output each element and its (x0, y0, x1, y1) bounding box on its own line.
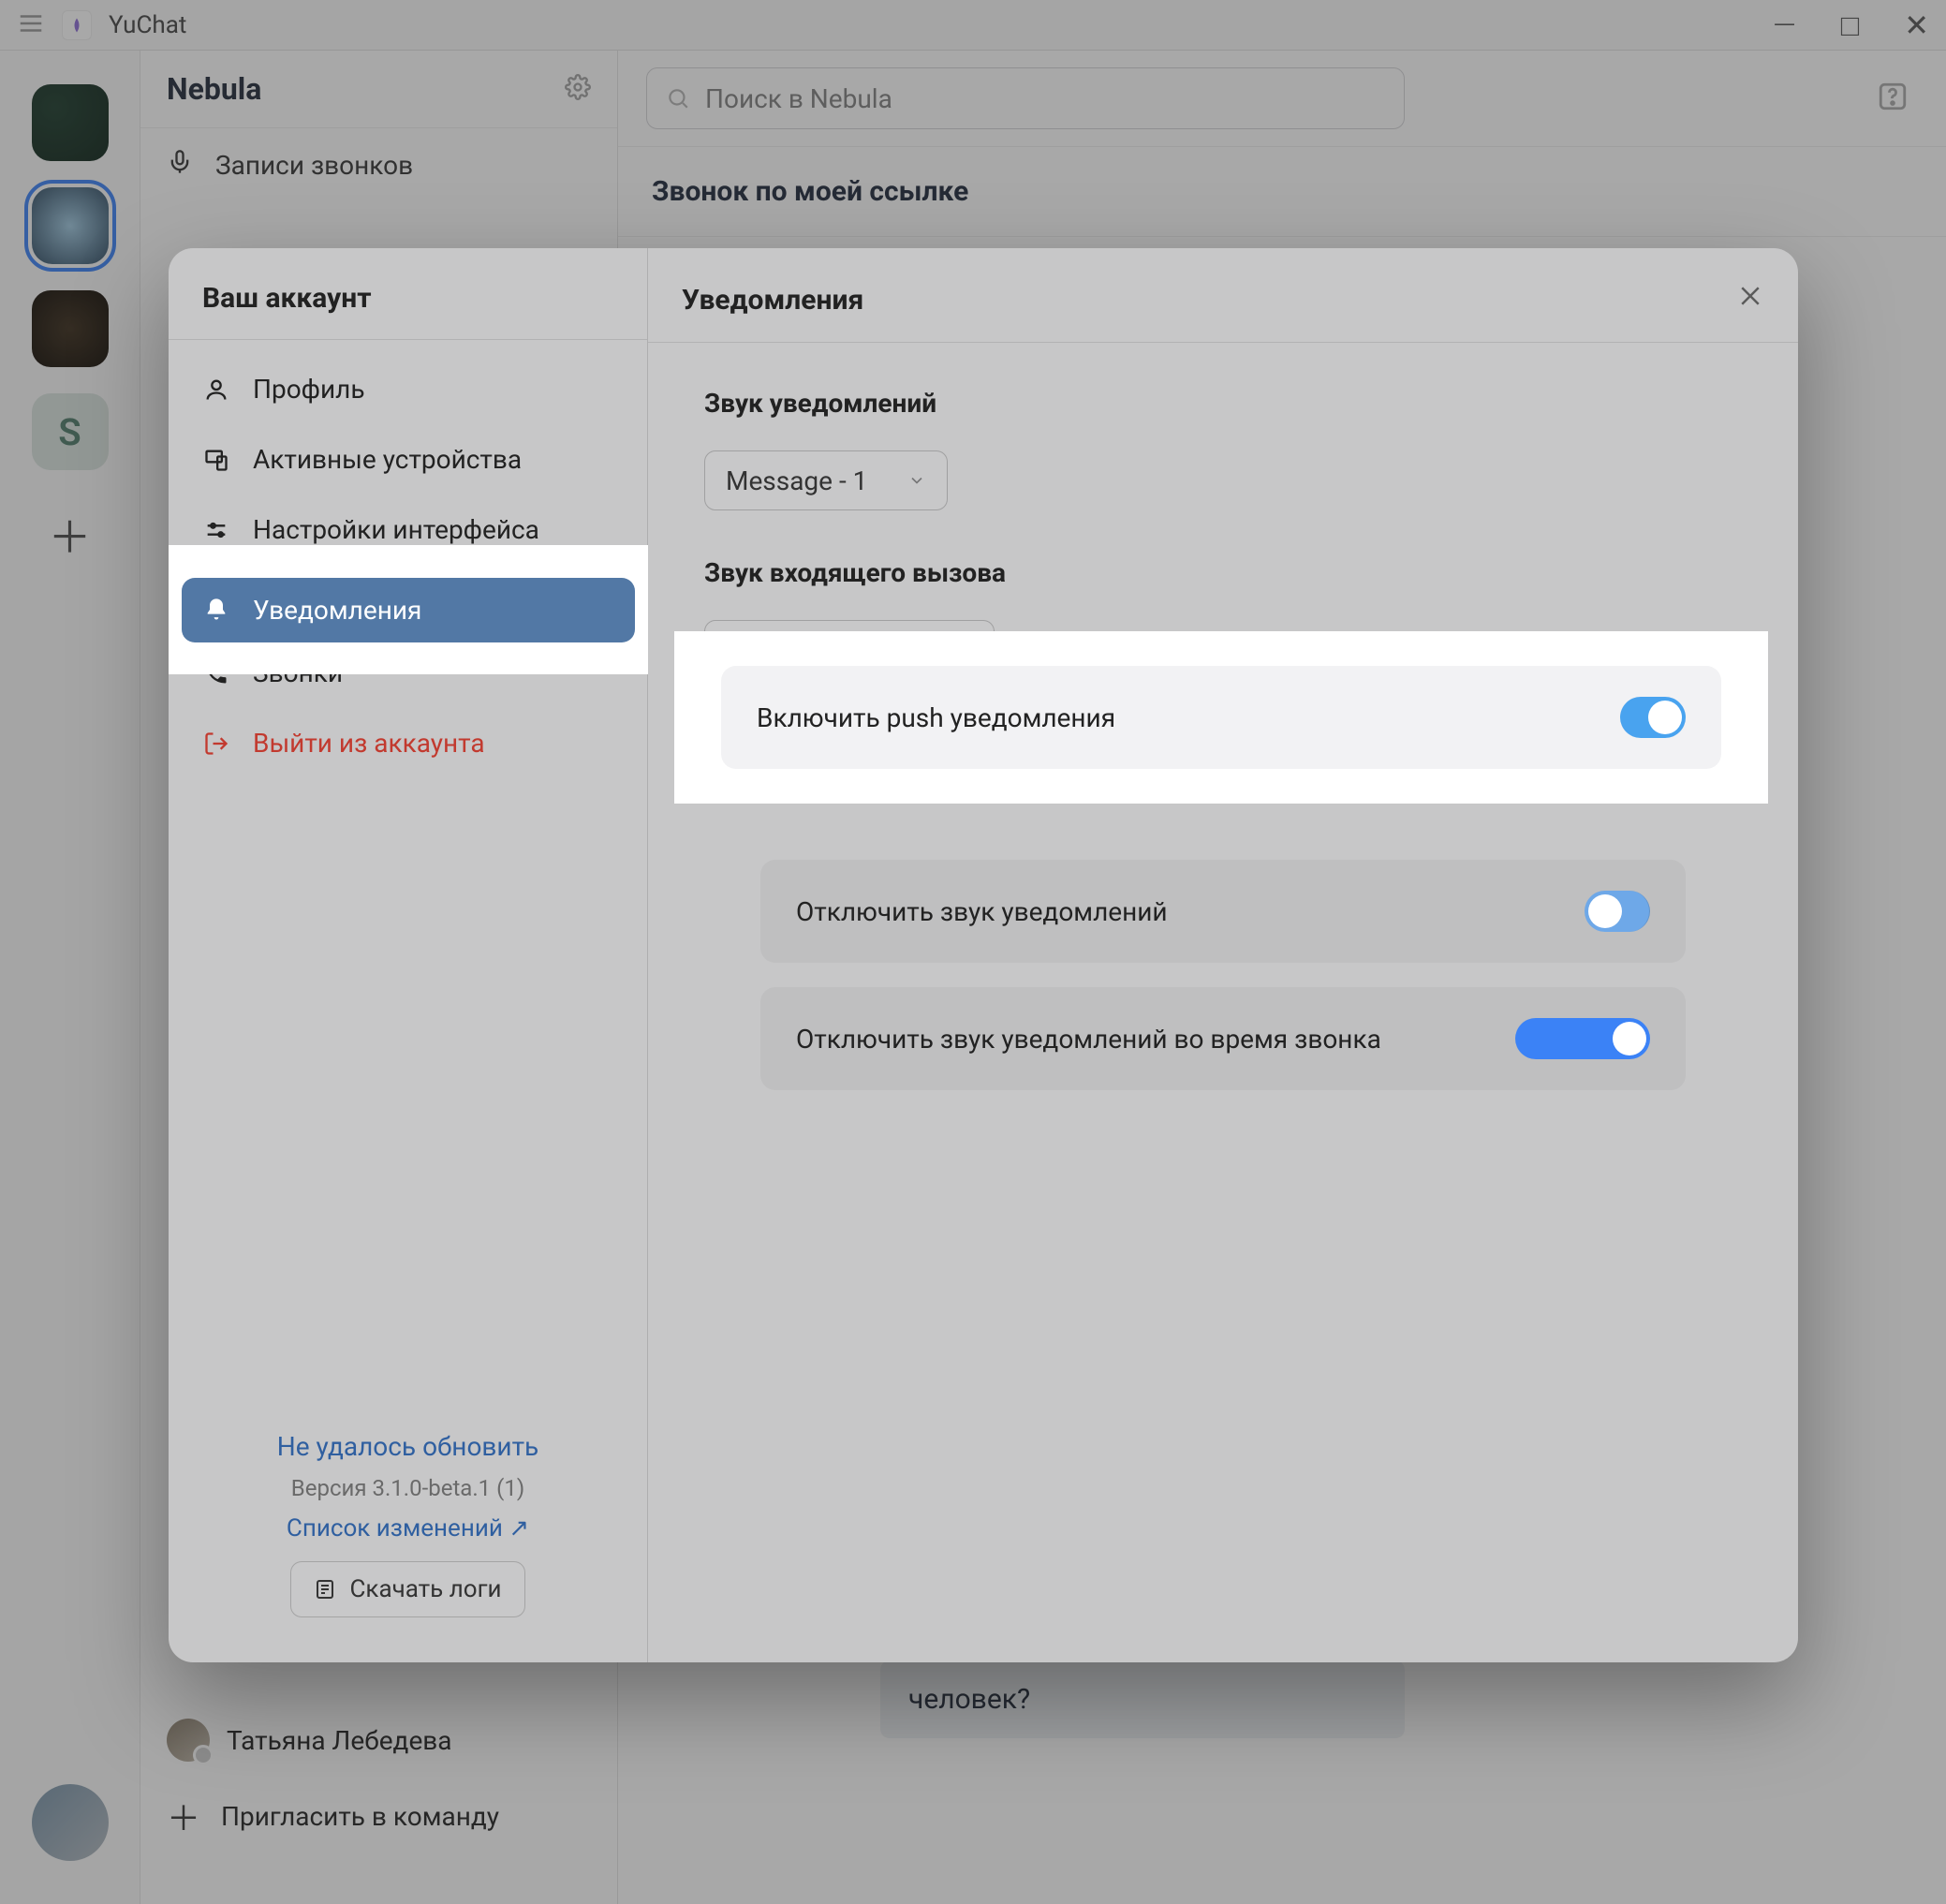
close-icon[interactable] (1736, 282, 1764, 317)
nav-label: Выйти из аккаунта (253, 728, 485, 759)
download-icon (314, 1578, 336, 1601)
changelog-link[interactable]: Список изменений ↗ (287, 1514, 529, 1542)
modal-sidebar-title: Ваш аккаунт (169, 248, 647, 340)
push-notifications-toggle[interactable] (1620, 697, 1686, 738)
notification-sound-select[interactable]: Message - 1 (704, 450, 948, 510)
version-label: Версия 3.1.0-beta.1 (1) (291, 1475, 524, 1501)
nav-label: Активные устройства (253, 444, 522, 475)
toggle-label: Отключить звук уведомлений во время звон… (796, 1024, 1381, 1055)
update-status[interactable]: Не удалось обновить (277, 1431, 539, 1462)
account-settings-modal: Ваш аккаунт Профиль Активные устройства … (169, 248, 1798, 1662)
notification-sound-label: Звук уведомлений (704, 388, 1742, 419)
sliders-icon (202, 516, 230, 544)
highlight-nav-notifications: Уведомления (169, 545, 648, 674)
nav-label: Уведомления (253, 595, 421, 626)
nav-logout[interactable]: Выйти из аккаунта (182, 711, 634, 775)
nav-profile[interactable]: Профиль (182, 357, 634, 421)
chevron-down-icon (907, 465, 926, 496)
download-logs-button[interactable]: Скачать логи (290, 1561, 524, 1617)
nav-notifications[interactable]: Уведомления (182, 578, 635, 642)
push-notifications-row: Включить push уведомления (721, 666, 1721, 769)
mute-in-call-toggle[interactable] (1515, 1018, 1650, 1059)
incoming-call-sound-label: Звук входящего вызова (704, 557, 1742, 588)
modal-sidebar: Ваш аккаунт Профиль Активные устройства … (169, 248, 648, 1662)
modal-content: Уведомления Звук уведомлений Message - 1… (648, 248, 1798, 1662)
toggle-label: Отключить звук уведомлений (796, 896, 1168, 927)
toggle-label: Включить push уведомления (757, 702, 1115, 733)
bell-icon (202, 596, 230, 624)
modal-sidebar-footer: Не удалось обновить Версия 3.1.0-beta.1 … (169, 1416, 647, 1662)
highlight-push-row: Включить push уведомления (674, 631, 1768, 804)
nav-label: Настройки интерфейса (253, 514, 539, 545)
download-logs-label: Скачать логи (349, 1575, 501, 1603)
modal-title: Уведомления (682, 284, 863, 317)
mute-notifications-row: Отключить звук уведомлений (760, 860, 1686, 963)
mute-in-call-row: Отключить звук уведомлений во время звон… (760, 987, 1686, 1090)
user-icon (202, 376, 230, 404)
nav-devices[interactable]: Активные устройства (182, 427, 634, 492)
logout-icon (202, 730, 230, 758)
nav-label: Профиль (253, 374, 365, 405)
devices-icon (202, 446, 230, 474)
select-value: Message - 1 (726, 465, 867, 496)
mute-notifications-toggle[interactable] (1585, 891, 1650, 932)
